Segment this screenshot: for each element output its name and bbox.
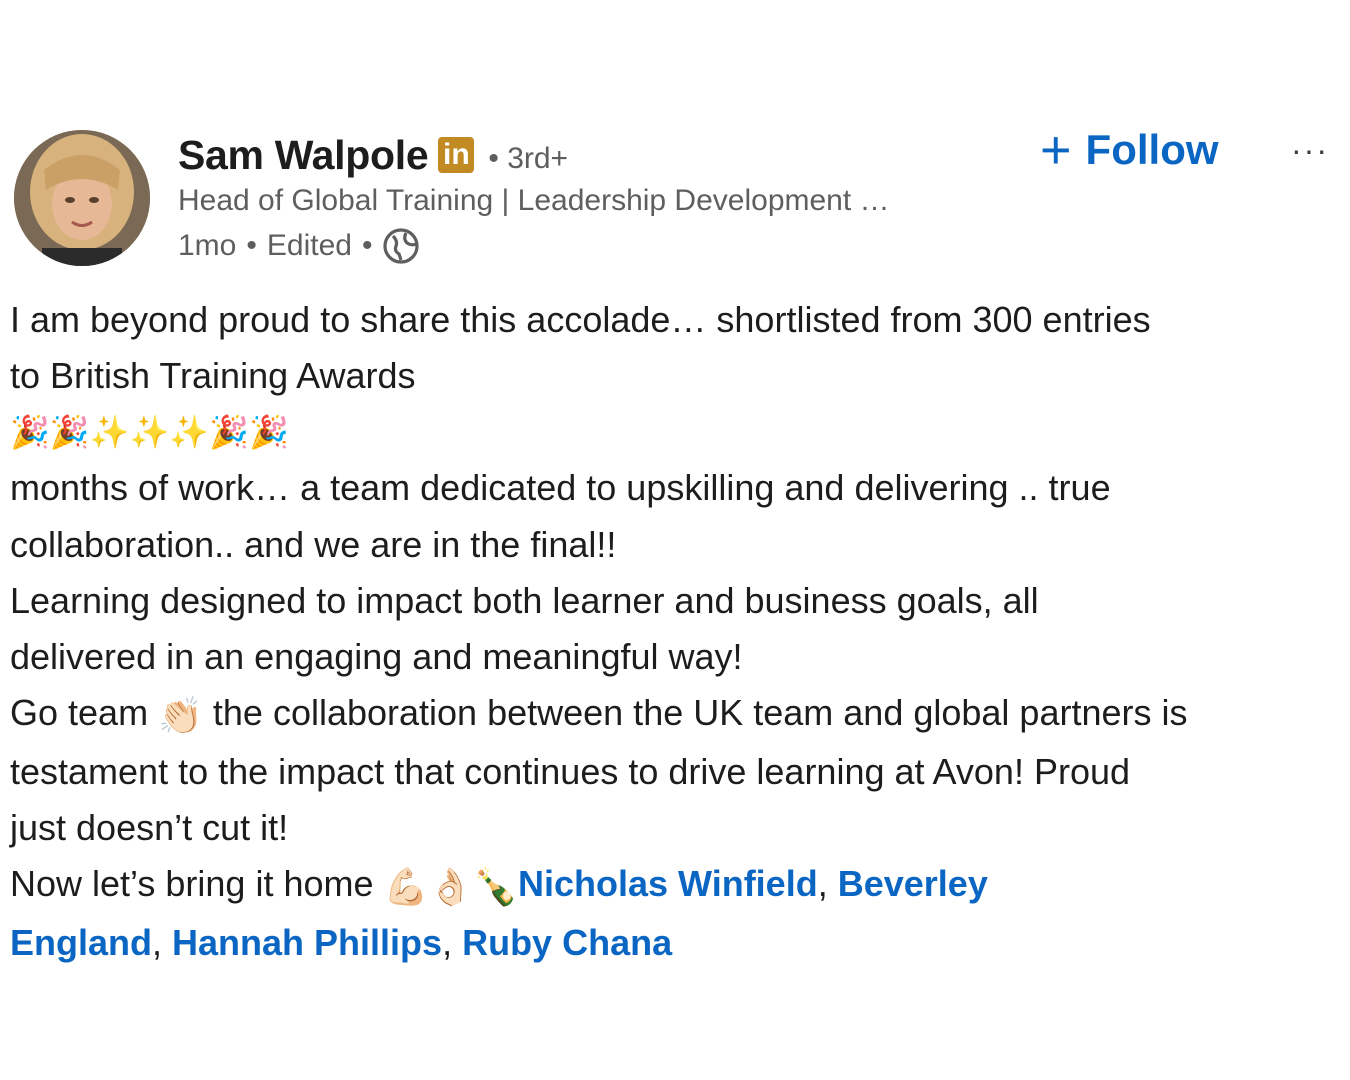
- post-line: England, Hannah Phillips, Ruby Chana: [10, 915, 1345, 971]
- comma: ,: [152, 921, 173, 963]
- post-line: Now let’s bring it home 💪🏻👌🏻🍾Nicholas Wi…: [10, 856, 1345, 915]
- emoji-group: 💪🏻👌🏻🍾: [383, 865, 518, 907]
- post-text-fragment: Now let’s bring it home: [10, 863, 384, 905]
- post-line: to British Training Awards: [10, 355, 416, 397]
- clapping-hands-emoji: 👏🏻: [158, 694, 203, 736]
- meta-separator: •: [246, 229, 257, 262]
- avatar[interactable]: [14, 130, 150, 266]
- comma: ,: [442, 921, 463, 963]
- feed-post: Sam Walpole in • 3rd+ Head of Global Tra…: [0, 0, 1350, 1080]
- mention-link[interactable]: Ruby Chana: [462, 922, 672, 963]
- post-text: I am beyond proud to share this accolade…: [10, 292, 1345, 971]
- mention-link[interactable]: Hannah Phillips: [172, 922, 442, 963]
- actor-meta: Sam Walpole in • 3rd+ Head of Global Tra…: [178, 130, 1038, 266]
- post-line: collaboration.. and we are in the final!…: [10, 523, 617, 565]
- post-meta: 1mo • Edited •: [178, 226, 1038, 266]
- post-line: just doesn’t cut it!: [10, 807, 289, 848]
- post-text-fragment: Go team: [10, 692, 159, 734]
- post-text-fragment: the collaboration between the UK team an…: [202, 692, 1188, 734]
- connection-degree: • 3rd+: [488, 142, 569, 175]
- edited-label: Edited: [266, 229, 352, 262]
- plus-icon: +: [1040, 120, 1072, 180]
- post-line: delivered in an engaging and meaningful …: [10, 636, 743, 678]
- post-line: I am beyond proud to share this accolade…: [10, 299, 1151, 340]
- post-header: Sam Walpole in • 3rd+ Head of Global Tra…: [14, 123, 1344, 270]
- name-row: Sam Walpole in • 3rd+: [178, 130, 1038, 180]
- post-line: testament to the impact that continues t…: [10, 750, 1131, 792]
- actor-name[interactable]: Sam Walpole: [178, 132, 429, 179]
- follow-button[interactable]: + Follow: [1040, 120, 1219, 180]
- actor-headline: Head of Global Training | Leadership Dev…: [178, 184, 890, 217]
- linkedin-premium-icon: in: [438, 137, 475, 173]
- post-time: 1mo: [178, 229, 237, 262]
- comma: ,: [817, 863, 838, 905]
- globe-icon: [382, 227, 420, 265]
- mention-link[interactable]: England: [10, 922, 152, 963]
- post-line: months of work… a team dedicated to upsk…: [10, 467, 1111, 509]
- post-line: Learning designed to impact both learner…: [10, 579, 1039, 621]
- mention-link[interactable]: Nicholas Winfield: [518, 863, 818, 904]
- more-options-button[interactable]: ···: [1282, 130, 1338, 170]
- post-line: Go team 👏🏻 the collaboration between the…: [10, 685, 1345, 744]
- follow-label: Follow: [1085, 126, 1219, 173]
- mention-link[interactable]: Beverley: [838, 863, 988, 904]
- meta-separator: •: [361, 229, 373, 262]
- emoji-line: 🎉🎉✨✨✨🎉🎉: [10, 414, 289, 451]
